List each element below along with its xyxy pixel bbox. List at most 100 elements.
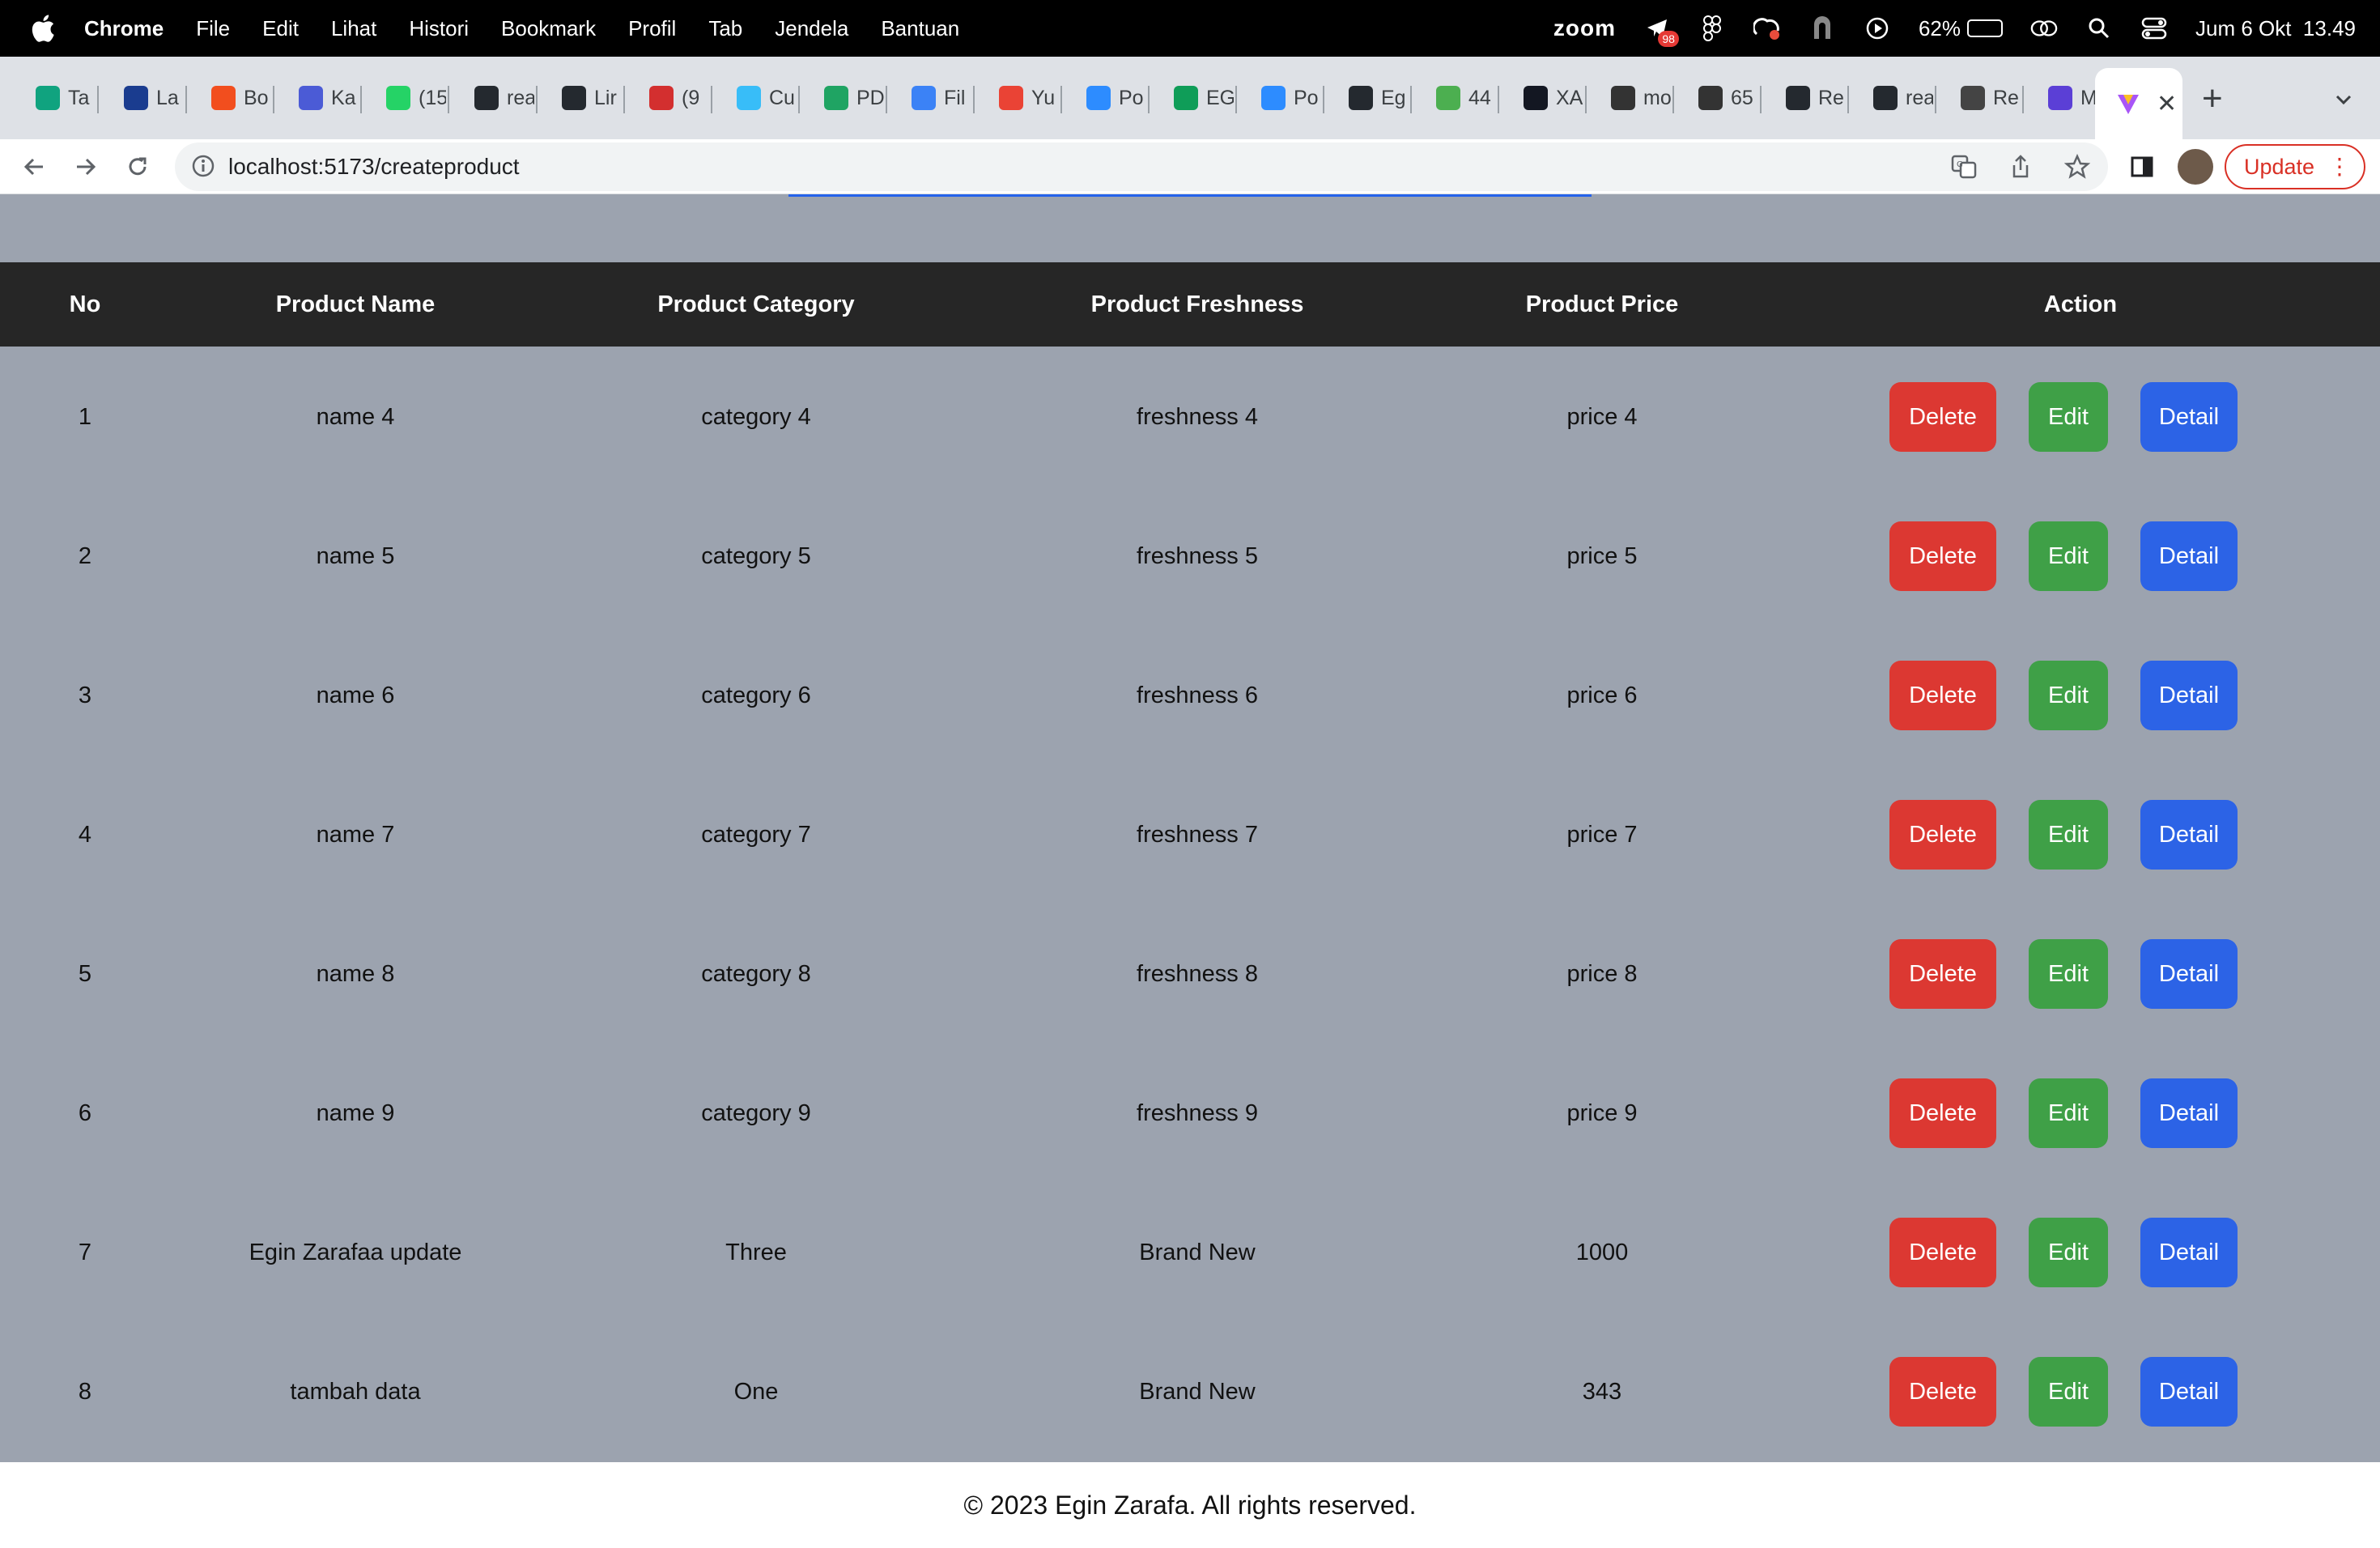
edit-button[interactable]: Edit [2029, 939, 2108, 1009]
new-tab-button[interactable]: + [2202, 81, 2223, 117]
tab-search-icon[interactable] [2331, 87, 2356, 112]
edit-button[interactable]: Edit [2029, 521, 2108, 591]
menu-history[interactable]: Histori [409, 16, 469, 41]
browser-tab[interactable]: rea [450, 73, 534, 123]
browser-tab[interactable]: EG [1150, 73, 1234, 123]
tab-title: 65 [1731, 86, 1753, 109]
menu-tab[interactable]: Tab [708, 16, 742, 41]
close-tab-icon[interactable]: ✕ [2157, 90, 2177, 118]
vpn-icon[interactable] [1808, 15, 1836, 42]
edit-button[interactable]: Edit [2029, 382, 2108, 452]
menu-app-name[interactable]: Chrome [84, 16, 164, 41]
telegram-icon[interactable]: 98 [1643, 15, 1679, 47]
control-center-icon[interactable] [2140, 15, 2168, 42]
delete-button[interactable]: Delete [1889, 521, 1996, 591]
delete-button[interactable]: Delete [1889, 661, 1996, 730]
browser-tab[interactable]: (15 [362, 73, 446, 123]
browser-tab[interactable]: Lir [538, 73, 622, 123]
browser-tab[interactable]: Bo [187, 73, 271, 123]
creative-cloud-icon[interactable] [1753, 15, 1781, 42]
apple-icon[interactable] [31, 14, 60, 43]
menu-file[interactable]: File [196, 16, 230, 41]
table-row: 1 name 4 category 4 freshness 4 price 4 Delet… [0, 347, 2380, 487]
delete-button[interactable]: Delete [1889, 939, 1996, 1009]
share-icon[interactable] [2006, 152, 2035, 181]
page-content: No Product Name Product Category Product… [0, 194, 2380, 1548]
edit-button[interactable]: Edit [2029, 800, 2108, 870]
browser-tab[interactable]: Ka [274, 73, 359, 123]
cell-product-category: category 7 [701, 821, 811, 848]
detail-button[interactable]: Detail [2140, 382, 2238, 452]
menu-bookmark[interactable]: Bookmark [501, 16, 596, 41]
browser-tab[interactable]: PD [800, 73, 884, 123]
cell-product-freshness: freshness 7 [1137, 821, 1258, 848]
browser-tab[interactable]: Fil [887, 73, 971, 123]
delete-button[interactable]: Delete [1889, 1078, 1996, 1148]
active-tab[interactable]: ✕ [2095, 68, 2182, 139]
browser-tab[interactable]: mo [1587, 73, 1671, 123]
update-button[interactable]: Update ⋮ [2225, 144, 2365, 189]
delete-button[interactable]: Delete [1889, 1218, 1996, 1287]
detail-button[interactable]: Detail [2140, 1357, 2238, 1427]
back-icon[interactable] [18, 151, 50, 183]
browser-tab[interactable]: Ta [11, 73, 96, 123]
profile-avatar[interactable] [2178, 149, 2213, 185]
more-vert-icon[interactable]: ⋮ [2328, 155, 2351, 178]
spotlight-search-icon[interactable] [2085, 15, 2113, 42]
delete-button[interactable]: Delete [1889, 1357, 1996, 1427]
edit-button[interactable]: Edit [2029, 1078, 2108, 1148]
browser-tab[interactable]: Re [1936, 73, 2021, 123]
edit-button[interactable]: Edit [2029, 661, 2108, 730]
browser-tab[interactable]: Po [1237, 73, 1321, 123]
menu-edit[interactable]: Edit [262, 16, 299, 41]
figma-status-icon[interactable] [1698, 15, 1726, 42]
detail-button[interactable]: Detail [2140, 1078, 2238, 1148]
menu-profile[interactable]: Profil [628, 16, 676, 41]
address-bar[interactable]: localhost:5173/createproduct G [175, 142, 2108, 191]
browser-tab[interactable]: rea [1849, 73, 1933, 123]
url-text[interactable]: localhost:5173/createproduct [228, 154, 520, 180]
tailwind-icon [737, 86, 761, 110]
forward-icon[interactable] [70, 151, 102, 183]
menu-help[interactable]: Bantuan [881, 16, 959, 41]
browser-tab[interactable]: XA [1499, 73, 1583, 123]
browser-tab[interactable]: 65 [1674, 73, 1758, 123]
browser-tab[interactable]: Cu [712, 73, 797, 123]
cell-product-category: category 9 [701, 1099, 811, 1126]
play-icon[interactable] [1864, 15, 1891, 42]
browser-tab[interactable]: La [100, 73, 184, 123]
cell-no: 5 [78, 960, 92, 987]
table-row: 4 name 7 category 7 freshness 7 price 7 Delet… [0, 765, 2380, 904]
detail-button[interactable]: Detail [2140, 521, 2238, 591]
delete-button[interactable]: Delete [1889, 800, 1996, 870]
reload-icon[interactable] [121, 151, 154, 183]
site-info-icon[interactable] [191, 154, 217, 180]
detail-button[interactable]: Detail [2140, 800, 2238, 870]
edit-button[interactable]: Edit [2029, 1218, 2108, 1287]
delete-button[interactable]: Delete [1889, 382, 1996, 452]
battery-status[interactable]: 62% [1919, 16, 2004, 41]
omnibox-actions: G [1949, 152, 2092, 181]
detail-button[interactable]: Detail [2140, 1218, 2238, 1287]
browser-tab[interactable]: Re [1762, 73, 1846, 123]
menubar-clock[interactable]: Jum 6 Okt 13.49 [2195, 16, 2356, 41]
screen-mirroring-icon[interactable] [2030, 15, 2058, 42]
form-bottom-border [788, 194, 1592, 197]
menu-view[interactable]: Lihat [331, 16, 376, 41]
browser-tab[interactable]: Yu [975, 73, 1059, 123]
badge-icon [649, 86, 674, 110]
detail-button[interactable]: Detail [2140, 661, 2238, 730]
translate-icon[interactable]: G [1949, 152, 1978, 181]
detail-button[interactable]: Detail [2140, 939, 2238, 1009]
bookmark-star-icon[interactable] [2063, 152, 2092, 181]
browser-tab[interactable]: Eg [1324, 73, 1409, 123]
menu-window[interactable]: Jendela [775, 16, 848, 41]
cell-product-name: Egin Zarafaa update [249, 1239, 462, 1265]
browser-tab[interactable]: 44 [1412, 73, 1496, 123]
monitor-icon [1961, 86, 1985, 110]
edit-button[interactable]: Edit [2029, 1357, 2108, 1427]
browser-tab[interactable]: (9 [625, 73, 709, 123]
side-panel-icon[interactable] [2127, 152, 2157, 181]
browser-tab[interactable]: Po [1062, 73, 1146, 123]
zoom-status-item[interactable]: zoom [1553, 15, 1616, 41]
